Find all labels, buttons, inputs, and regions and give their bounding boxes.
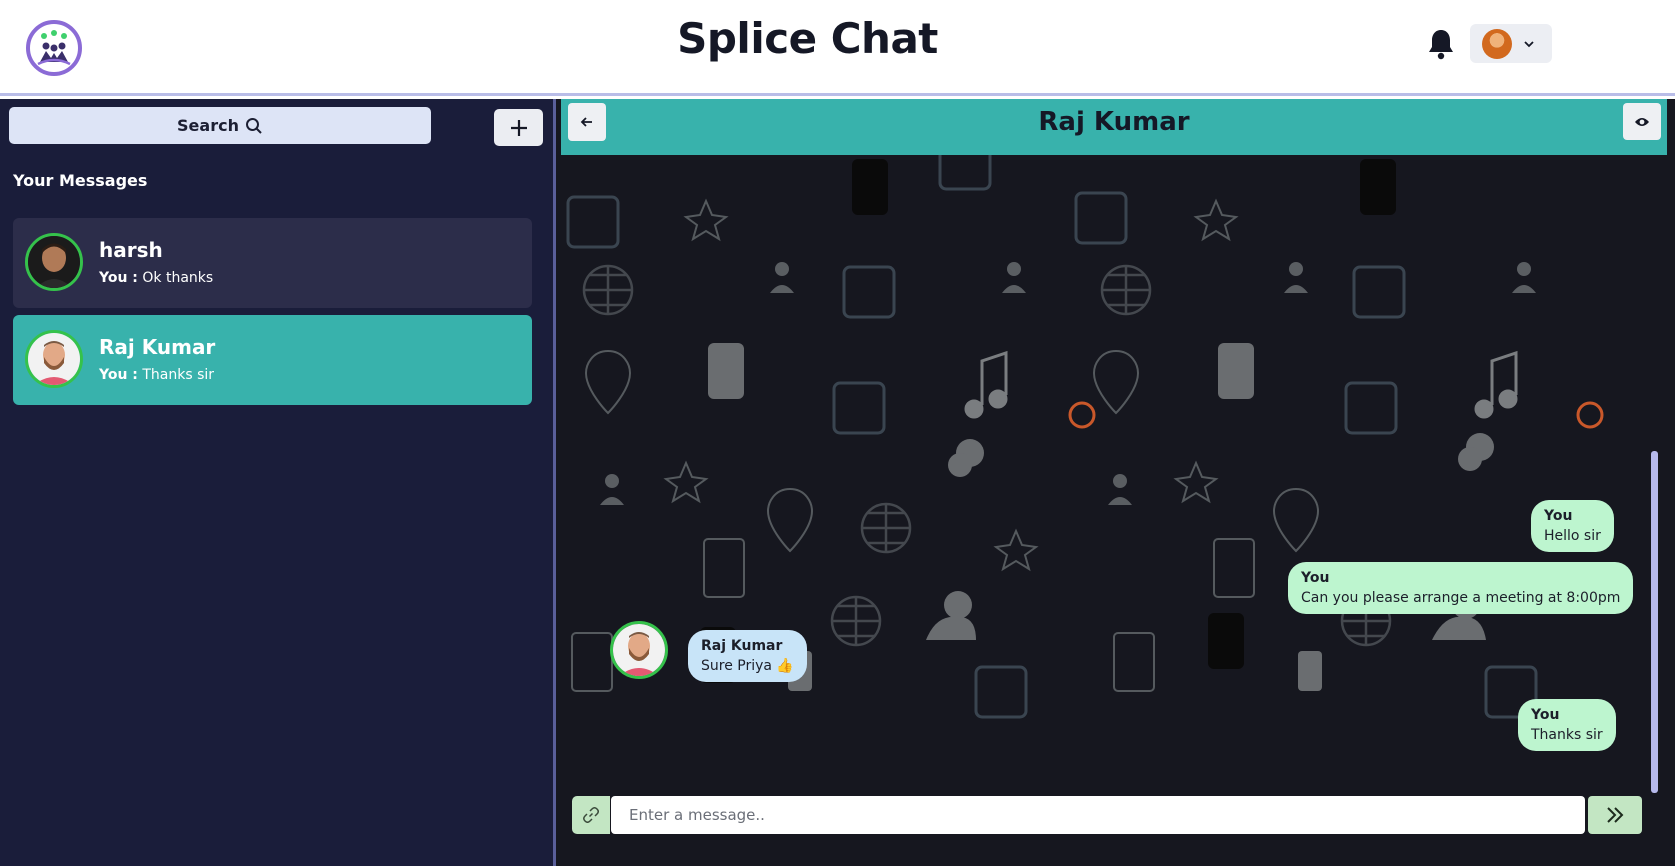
message-text: Sure Priya 👍 bbox=[701, 658, 794, 674]
avatar bbox=[25, 233, 83, 291]
chat-title: Raj Kumar bbox=[1038, 107, 1190, 137]
magnifier-icon bbox=[245, 117, 262, 134]
message-input[interactable] bbox=[611, 796, 1585, 834]
profile-menu-button[interactable] bbox=[1470, 24, 1552, 63]
contact-photo bbox=[28, 236, 80, 288]
search-button[interactable]: Search bbox=[9, 107, 431, 144]
send-button[interactable] bbox=[1588, 796, 1642, 834]
chat-contact-name: Raj Kumar bbox=[99, 335, 216, 359]
chat-contact-name: harsh bbox=[99, 238, 163, 262]
link-icon bbox=[583, 807, 599, 823]
message-bubble-sent: You Can you please arrange a meeting at … bbox=[1288, 562, 1634, 614]
chevron-down-icon bbox=[1524, 40, 1534, 47]
message-composer bbox=[572, 796, 1657, 834]
plus-icon bbox=[510, 119, 527, 136]
message-bubble-sent: You Hello sir bbox=[1531, 500, 1614, 552]
chat-last-message: You : Thanks sir bbox=[99, 367, 214, 383]
message-bubble-received: Raj Kumar Sure Priya 👍 bbox=[688, 630, 807, 682]
eye-icon bbox=[1635, 117, 1649, 126]
new-chat-button[interactable] bbox=[494, 109, 543, 146]
chat-list-item-harsh[interactable]: harsh You : Ok thanks bbox=[13, 218, 532, 308]
bell-icon[interactable] bbox=[1427, 28, 1455, 60]
chat-panel: Raj Kumar You Hello sir You Can you plea… bbox=[556, 99, 1675, 866]
message-bubble-sent: You Thanks sir bbox=[1518, 699, 1616, 751]
user-avatar bbox=[1482, 28, 1512, 59]
message-sender: You bbox=[1301, 570, 1330, 586]
message-text: Can you please arrange a meeting at 8:00… bbox=[1301, 590, 1621, 606]
contact-photo bbox=[28, 333, 80, 385]
sender-label: You : bbox=[99, 367, 138, 383]
contact-photo bbox=[613, 624, 665, 676]
messages-scrollbar[interactable] bbox=[1651, 451, 1658, 793]
attach-button[interactable] bbox=[572, 796, 610, 834]
chat-list-item-raj-kumar[interactable]: Raj Kumar You : Thanks sir bbox=[13, 315, 532, 405]
sidebar: Search Your Messages harsh You : Ok than… bbox=[0, 99, 556, 866]
message-sender: You bbox=[1531, 707, 1560, 723]
avatar bbox=[25, 330, 83, 388]
search-label: Search bbox=[177, 116, 239, 135]
app-title: Splice Chat bbox=[677, 14, 938, 63]
message-text: Hello sir bbox=[1544, 528, 1601, 544]
chat-header: Raj Kumar bbox=[561, 99, 1667, 155]
message-sender: Raj Kumar bbox=[701, 638, 783, 654]
avatar[interactable] bbox=[610, 621, 668, 679]
chat-last-message: You : Ok thanks bbox=[99, 270, 213, 286]
preview-text: Ok thanks bbox=[142, 270, 214, 286]
view-profile-button[interactable] bbox=[1623, 103, 1661, 140]
preview-text: Thanks sir bbox=[142, 367, 215, 383]
double-chevron-right-icon bbox=[1607, 807, 1624, 823]
sender-label: You : bbox=[99, 270, 138, 286]
your-messages-heading: Your Messages bbox=[13, 171, 148, 190]
message-sender: You bbox=[1544, 508, 1573, 524]
chat-background-pattern bbox=[566, 155, 1604, 719]
message-text: Thanks sir bbox=[1531, 727, 1603, 743]
top-bar: Splice Chat bbox=[0, 0, 1675, 96]
